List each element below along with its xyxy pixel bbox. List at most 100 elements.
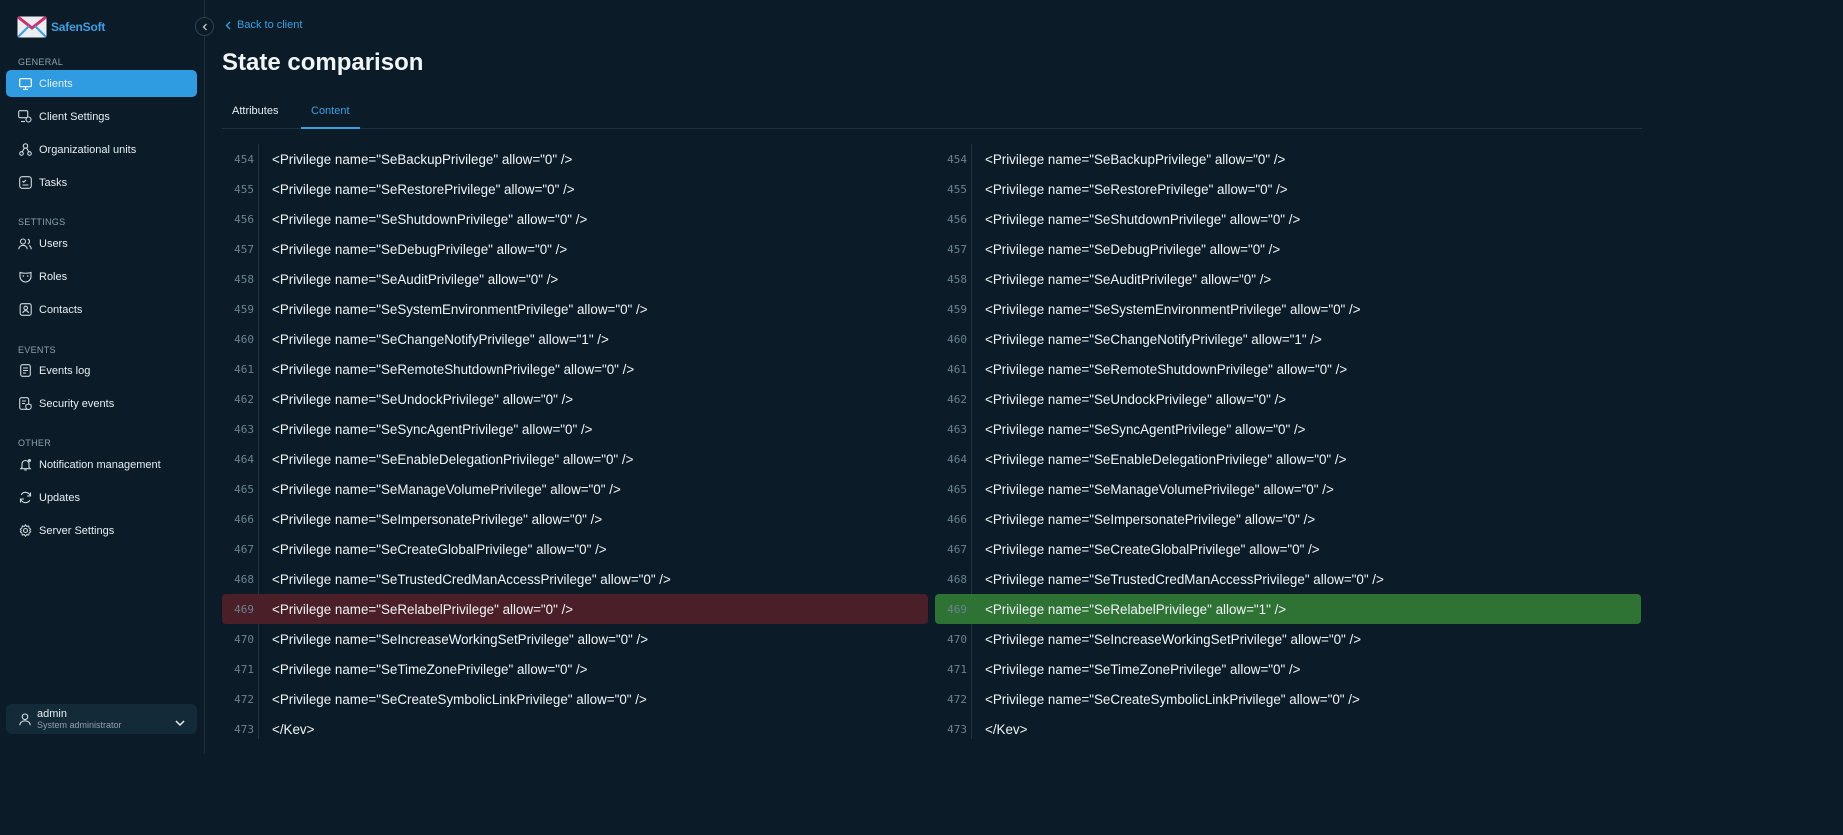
contacts-icon	[18, 303, 32, 317]
diff-line: 455 <Privilege name="SeRestorePrivilege" …	[222, 174, 928, 204]
line-number: 467	[234, 542, 254, 556]
diff-line: 468 <Privilege name="SeTrustedCredManAcce…	[935, 564, 1641, 594]
tasks-icon	[18, 176, 32, 190]
chevron-down-icon[interactable]	[175, 714, 185, 732]
code-text: <Privilege name="SeUndockPrivilege" allo…	[985, 391, 1287, 407]
line-number: 464	[947, 452, 967, 466]
tab-attributes[interactable]: Attributes	[232, 105, 278, 127]
sidebar-item-tasks[interactable]: Tasks	[6, 169, 197, 196]
code-text: <Privilege name="SeImpersonatePrivilege"…	[272, 511, 603, 527]
back-to-client-link[interactable]: Back to client	[225, 19, 302, 31]
diff-line-added: 469 <Privilege name="SeRelabelPrivilege" …	[935, 594, 1641, 624]
diff-line: 456 <Privilege name="SeShutdownPrivilege"…	[935, 204, 1641, 234]
diff-line: 458 <Privilege name="SeAuditPrivilege" al…	[935, 264, 1641, 294]
code-text: <Privilege name="SeCreateGlobalPrivilege…	[272, 541, 607, 557]
users-icon	[18, 237, 32, 251]
diff-line: 454 <Privilege name="SeBackupPrivilege" a…	[222, 144, 928, 174]
line-number: 473	[947, 722, 967, 736]
brand-logo[interactable]: SafenSoft	[17, 16, 105, 38]
line-number: 457	[234, 242, 254, 256]
brand-name: SafenSoft	[51, 20, 106, 34]
code-text: <Privilege name="SeSyncAgentPrivilege" a…	[272, 421, 593, 437]
line-number: 458	[947, 272, 967, 286]
sidebar-item-updates[interactable]: Updates	[6, 484, 197, 511]
user-icon	[18, 712, 32, 726]
code-text: <Privilege name="SeTrustedCredManAccessP…	[272, 571, 671, 587]
line-number: 456	[234, 212, 254, 226]
sidebar-item-label: Updates	[39, 491, 80, 504]
diff-line: 457 <Privilege name="SeDebugPrivilege" al…	[935, 234, 1641, 264]
code-text: <Privilege name="SeSystemEnvironmentPriv…	[985, 301, 1361, 317]
code-text: <Privilege name="SeCreateSymbolicLinkPri…	[272, 691, 647, 707]
diff-line: 467 <Privilege name="SeCreateGlobalPrivil…	[222, 534, 928, 564]
diff-line: 457 <Privilege name="SeDebugPrivilege" al…	[222, 234, 928, 264]
diff-line: 456 <Privilege name="SeShutdownPrivilege"…	[222, 204, 928, 234]
sidebar-collapse-button[interactable]	[195, 17, 214, 36]
sidebar-item-events-log[interactable]: Events log	[6, 357, 197, 384]
sidebar-item-label: Events log	[39, 364, 91, 377]
document-icon	[18, 364, 32, 378]
sidebar-item-client-settings[interactable]: Client Settings	[6, 103, 197, 130]
line-number: 469	[947, 602, 967, 616]
brand-envelope-icon	[17, 16, 47, 38]
sidebar-item-label: Security events	[39, 397, 115, 410]
line-number: 465	[947, 482, 967, 496]
code-text: <Privilege name="SeIncreaseWorkingSetPri…	[272, 631, 649, 647]
sidebar-item-security-events[interactable]: Security events	[6, 390, 197, 417]
line-number: 455	[947, 182, 967, 196]
diff-line: 463 <Privilege name="SeSyncAgentPrivilege…	[935, 414, 1641, 444]
line-number: 472	[947, 692, 967, 706]
sidebar-item-roles[interactable]: Roles	[6, 263, 197, 290]
section-other: OTHER	[18, 438, 51, 448]
diff-pane-modified: 454 <Privilege name="SeBackupPrivilege" a…	[935, 144, 1641, 744]
line-number: 470	[947, 632, 967, 646]
diff-line: 458 <Privilege name="SeAuditPrivilege" al…	[222, 264, 928, 294]
diff-line: 460 <Privilege name="SeChangeNotifyPrivil…	[935, 324, 1641, 354]
sidebar: SafenSoft GENERAL Clients Client Setting…	[0, 0, 205, 754]
line-number: 471	[947, 662, 967, 676]
diff-line: 459 <Privilege name="SeSystemEnvironmentP…	[935, 294, 1641, 324]
diff-line: 471 <Privilege name="SeTimeZonePrivilege"…	[222, 654, 928, 684]
back-to-client-label: Back to client	[237, 19, 303, 31]
user-role: System administrator	[37, 719, 122, 730]
code-text: </Kev>	[985, 721, 1028, 737]
sidebar-item-server-settings[interactable]: Server Settings	[6, 517, 197, 544]
line-number: 454	[947, 152, 967, 166]
code-text: <Privilege name="SeRelabelPrivilege" all…	[985, 601, 1287, 617]
sidebar-item-label: Users	[39, 237, 68, 250]
gear-icon	[18, 524, 32, 538]
line-number: 458	[234, 272, 254, 286]
sidebar-item-users[interactable]: Users	[6, 230, 197, 257]
diff-line: 460 <Privilege name="SeChangeNotifyPrivil…	[222, 324, 928, 354]
code-text: <Privilege name="SeAuditPrivilege" allow…	[272, 271, 559, 287]
diff-line-removed: 469 <Privilege name="SeRelabelPrivilege" …	[222, 594, 928, 624]
sidebar-item-contacts[interactable]: Contacts	[6, 296, 197, 323]
user-menu[interactable]: admin System administrator	[6, 704, 197, 734]
line-number: 469	[234, 602, 254, 616]
line-number: 456	[947, 212, 967, 226]
diff-line: 462 <Privilege name="SeUndockPrivilege" a…	[222, 384, 928, 414]
line-number: 471	[234, 662, 254, 676]
sidebar-item-org-units[interactable]: Organizational units	[6, 136, 197, 163]
diff-line: 472 <Privilege name="SeCreateSymbolicLink…	[222, 684, 928, 714]
user-name: admin	[37, 707, 67, 720]
code-text: <Privilege name="SeCreateSymbolicLinkPri…	[985, 691, 1360, 707]
section-general: GENERAL	[18, 57, 64, 67]
line-number: 459	[947, 302, 967, 316]
sidebar-item-clients[interactable]: Clients	[6, 70, 197, 97]
code-text: <Privilege name="SeTrustedCredManAccessP…	[985, 571, 1384, 587]
line-number: 460	[234, 332, 254, 346]
monitor-icon	[18, 77, 32, 91]
code-text: <Privilege name="SeTimeZonePrivilege" al…	[272, 661, 588, 677]
sidebar-item-notification-management[interactable]: Notification management	[6, 451, 197, 478]
diff-line: 470 <Privilege name="SeIncreaseWorkingSet…	[222, 624, 928, 654]
line-number: 460	[947, 332, 967, 346]
code-text: <Privilege name="SeShutdownPrivilege" al…	[985, 211, 1301, 227]
code-text: <Privilege name="SeImpersonatePrivilege"…	[985, 511, 1316, 527]
code-text: <Privilege name="SeRemoteShutdownPrivile…	[272, 361, 635, 377]
code-text: <Privilege name="SeRestorePrivilege" all…	[272, 181, 575, 197]
line-number: 468	[947, 572, 967, 586]
diff-line: 461 <Privilege name="SeRemoteShutdownPriv…	[935, 354, 1641, 384]
line-number: 457	[947, 242, 967, 256]
tab-content[interactable]: Content	[301, 105, 360, 129]
